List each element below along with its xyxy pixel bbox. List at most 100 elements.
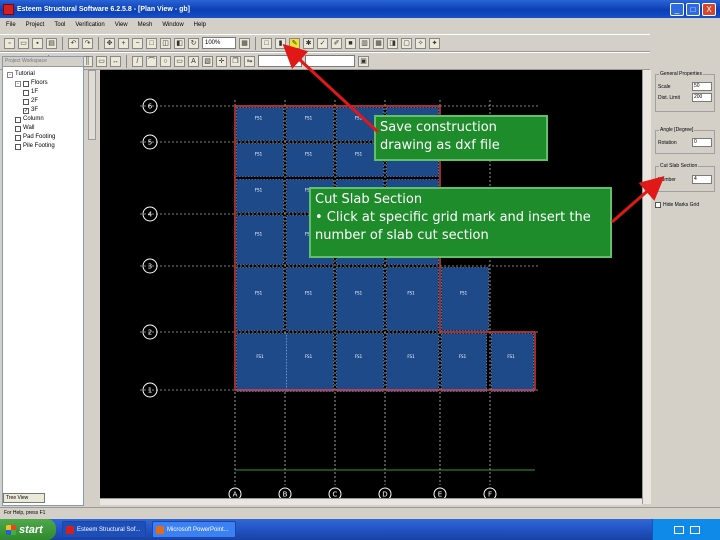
- side-toolbar: [86, 70, 98, 510]
- move-icon[interactable]: ✛: [216, 55, 227, 67]
- circle-icon[interactable]: ○: [160, 55, 171, 67]
- tree-item[interactable]: - Tutorial: [7, 70, 83, 79]
- slab-panel: [236, 267, 284, 331]
- zoom-out-icon[interactable]: −: [132, 37, 143, 49]
- pan-icon[interactable]: ✥: [104, 37, 115, 49]
- vertical-scrollbar[interactable]: [642, 70, 651, 504]
- section-icon[interactable]: ◨: [387, 37, 398, 49]
- tree-item[interactable]: ✓ 3F: [7, 106, 83, 115]
- tree-expander-icon[interactable]: -: [7, 71, 13, 78]
- tree-item[interactable]: 1F: [7, 88, 83, 97]
- frame-icon[interactable]: □: [261, 37, 272, 49]
- cut-number-field[interactable]: 4: [692, 175, 712, 184]
- volume-icon[interactable]: [689, 525, 700, 534]
- layers-icon[interactable]: ▥: [359, 37, 370, 49]
- rotation-field[interactable]: 0: [692, 138, 712, 147]
- mirror-icon[interactable]: ⇋: [244, 55, 255, 67]
- tree-checkbox[interactable]: [23, 89, 29, 96]
- copy-icon[interactable]: ❐: [230, 55, 241, 67]
- slab-panel: [491, 333, 534, 392]
- menu-file[interactable]: File: [6, 22, 16, 28]
- window-icon[interactable]: ▢: [401, 37, 412, 49]
- hide-marks-checkbox[interactable]: [655, 202, 661, 208]
- wrench-icon[interactable]: ✧: [415, 37, 426, 49]
- settings-icon[interactable]: ✱: [303, 37, 314, 49]
- arc-icon[interactable]: ⌒: [146, 55, 157, 67]
- refresh-icon[interactable]: ↻: [188, 37, 199, 49]
- print-preview-icon[interactable]: ▮: [275, 37, 286, 49]
- table-icon[interactable]: ▦: [373, 37, 384, 49]
- menu-window[interactable]: Window: [162, 22, 183, 28]
- draw-icon[interactable]: ✓: [317, 37, 328, 49]
- tree-item[interactable]: Pad Footing: [7, 133, 83, 142]
- tree-item-label: 2F: [31, 98, 39, 104]
- rect-icon[interactable]: ▭: [174, 55, 185, 67]
- menu-mesh[interactable]: Mesh: [138, 22, 153, 28]
- hatch-icon[interactable]: ▧: [202, 55, 213, 67]
- zoom-window-icon[interactable]: □: [146, 37, 157, 49]
- dimension-icon[interactable]: ↔: [110, 55, 121, 67]
- dist-limit-field[interactable]: 200: [692, 93, 712, 102]
- task-powerpoint[interactable]: Microsoft PowerPoint...: [152, 521, 236, 538]
- menu-tool[interactable]: Tool: [54, 22, 65, 28]
- slab-panel: [441, 333, 487, 392]
- scale-field[interactable]: 50: [692, 82, 712, 91]
- style-select[interactable]: [305, 55, 355, 67]
- slab-label: FS1: [305, 152, 313, 157]
- zoom-in-icon[interactable]: +: [118, 37, 129, 49]
- zoom-previous-icon[interactable]: ◧: [174, 37, 185, 49]
- slab-label: FS1: [507, 354, 515, 359]
- save-dxf-icon[interactable]: ✎: [289, 37, 300, 49]
- tree-checkbox[interactable]: [15, 143, 21, 150]
- open-folder-icon[interactable]: ▭: [18, 37, 29, 49]
- task-esteem[interactable]: Esteem Structural Sof...: [62, 521, 146, 538]
- tree-item[interactable]: - Floors: [7, 79, 83, 88]
- menu-project[interactable]: Project: [26, 22, 45, 28]
- tree-view-tab[interactable]: Tree View: [3, 493, 45, 503]
- menu-help[interactable]: Help: [194, 22, 206, 28]
- menu-view[interactable]: View: [115, 22, 128, 28]
- tree-checkbox[interactable]: [15, 125, 21, 132]
- horizontal-scrollbar[interactable]: [100, 498, 642, 505]
- minimize-button[interactable]: _: [670, 2, 684, 16]
- network-icon[interactable]: [673, 525, 684, 534]
- print-icon[interactable]: ▤: [46, 37, 57, 49]
- tree-item[interactable]: Column: [7, 115, 83, 124]
- tree-checkbox[interactable]: [15, 116, 21, 123]
- tree-item[interactable]: 2F: [7, 97, 83, 106]
- slab-label: FS1: [355, 152, 363, 157]
- tree-checkbox[interactable]: [23, 98, 29, 105]
- tree-item[interactable]: Pile Footing: [7, 142, 83, 151]
- close-button[interactable]: X: [702, 2, 716, 16]
- block-icon[interactable]: ■: [345, 37, 356, 49]
- line-icon[interactable]: /: [132, 55, 143, 67]
- edit-icon[interactable]: ✐: [331, 37, 342, 49]
- tree-expander-icon[interactable]: -: [15, 80, 21, 87]
- tree-item-label: Column: [23, 116, 44, 122]
- fit-icon[interactable]: ▦: [239, 37, 250, 49]
- tree-checkbox[interactable]: [15, 134, 21, 141]
- layer-select[interactable]: [258, 55, 302, 67]
- menu-verification[interactable]: Verification: [75, 22, 104, 28]
- tree-checkbox[interactable]: [23, 80, 29, 87]
- zoom-extent-icon[interactable]: ◫: [160, 37, 171, 49]
- tree-item[interactable]: Wall: [7, 124, 83, 133]
- start-button[interactable]: start: [0, 519, 56, 540]
- tree-item-label: Pad Footing: [23, 134, 56, 140]
- tree-checkbox[interactable]: ✓: [23, 107, 29, 114]
- redo-icon[interactable]: ↷: [82, 37, 93, 49]
- save-icon[interactable]: ▪: [32, 37, 43, 49]
- side-toolbar-strip[interactable]: [88, 70, 96, 140]
- tools-icon[interactable]: ✦: [429, 37, 440, 49]
- slab-icon[interactable]: ▭: [96, 55, 107, 67]
- plan-view-canvas[interactable]: 6 5 4 3 2 1 A B C D E F FS1 FS1 FS1 FS1 FS1 FS1 FS1 FS1 FS1 F…: [100, 70, 642, 504]
- text-icon[interactable]: A: [188, 55, 199, 67]
- lock-icon[interactable]: ▣: [358, 55, 369, 67]
- slab-panel: [286, 267, 334, 331]
- zoom-select[interactable]: 100%: [202, 37, 236, 49]
- undo-icon[interactable]: ↶: [68, 37, 79, 49]
- new-file-icon[interactable]: ▫: [4, 37, 15, 49]
- maximize-button[interactable]: □: [686, 2, 700, 16]
- plan-drawing[interactable]: 654321A B C D E FFS1 FS1 FS1FS1 FS1 FS1FS1FS1FS1 F…: [100, 70, 642, 504]
- slab-label: FS1: [255, 188, 263, 193]
